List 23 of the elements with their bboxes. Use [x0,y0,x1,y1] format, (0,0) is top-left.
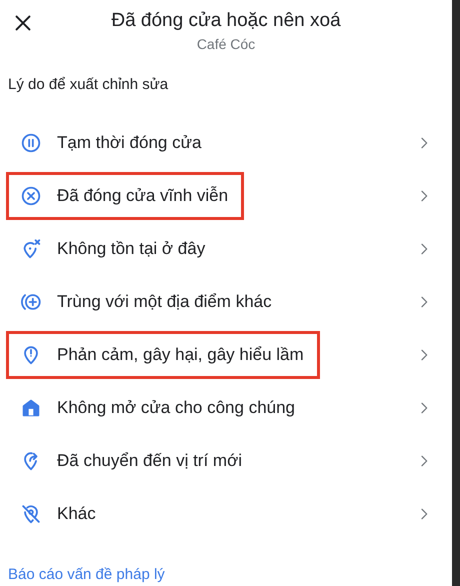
cancel-circle-icon [20,184,42,206]
reason-label: Đã chuyển đến vị trí mới [57,450,242,470]
pin-off-icon [20,502,42,524]
reason-item[interactable]: Đã đóng cửa vĩnh viễn [0,169,452,222]
place-name: Café Cóc [196,36,256,52]
reason-item[interactable]: Không tồn tại ở đây [0,222,452,275]
reason-label: Tạm thời đóng cửa [57,132,202,152]
reason-label: Phản cảm, gây hại, gây hiểu lầm [57,344,304,364]
screen-title: Đã đóng cửa hoặc nên xoá [111,9,341,33]
reason-item[interactable]: Khác [0,487,452,540]
reason-item[interactable]: Trùng với một địa điểm khác [0,275,452,328]
reason-item[interactable]: Không mở cửa cho công chúng [0,381,452,434]
reason-label: Trùng với một địa điểm khác [57,292,272,312]
reason-label: Đã đóng cửa vĩnh viễn [57,186,228,206]
reason-label: Khác [57,504,96,524]
reason-item[interactable]: Đã chuyển đến vị trí mới [0,434,452,487]
legal-report-link[interactable]: Báo cáo vấn đề pháp lý [0,540,452,583]
reason-label: Không mở cửa cho công chúng [57,398,296,418]
section-label: Lý do để xuất chỉnh sửa [7,75,170,95]
reason-label: Không tồn tại ở đây [57,238,206,258]
reason-item[interactable]: Tạm thời đóng cửa [0,116,452,169]
reason-item[interactable]: Phản cảm, gây hại, gây hiểu lầm [0,328,452,381]
pause-circle-icon [20,132,42,154]
